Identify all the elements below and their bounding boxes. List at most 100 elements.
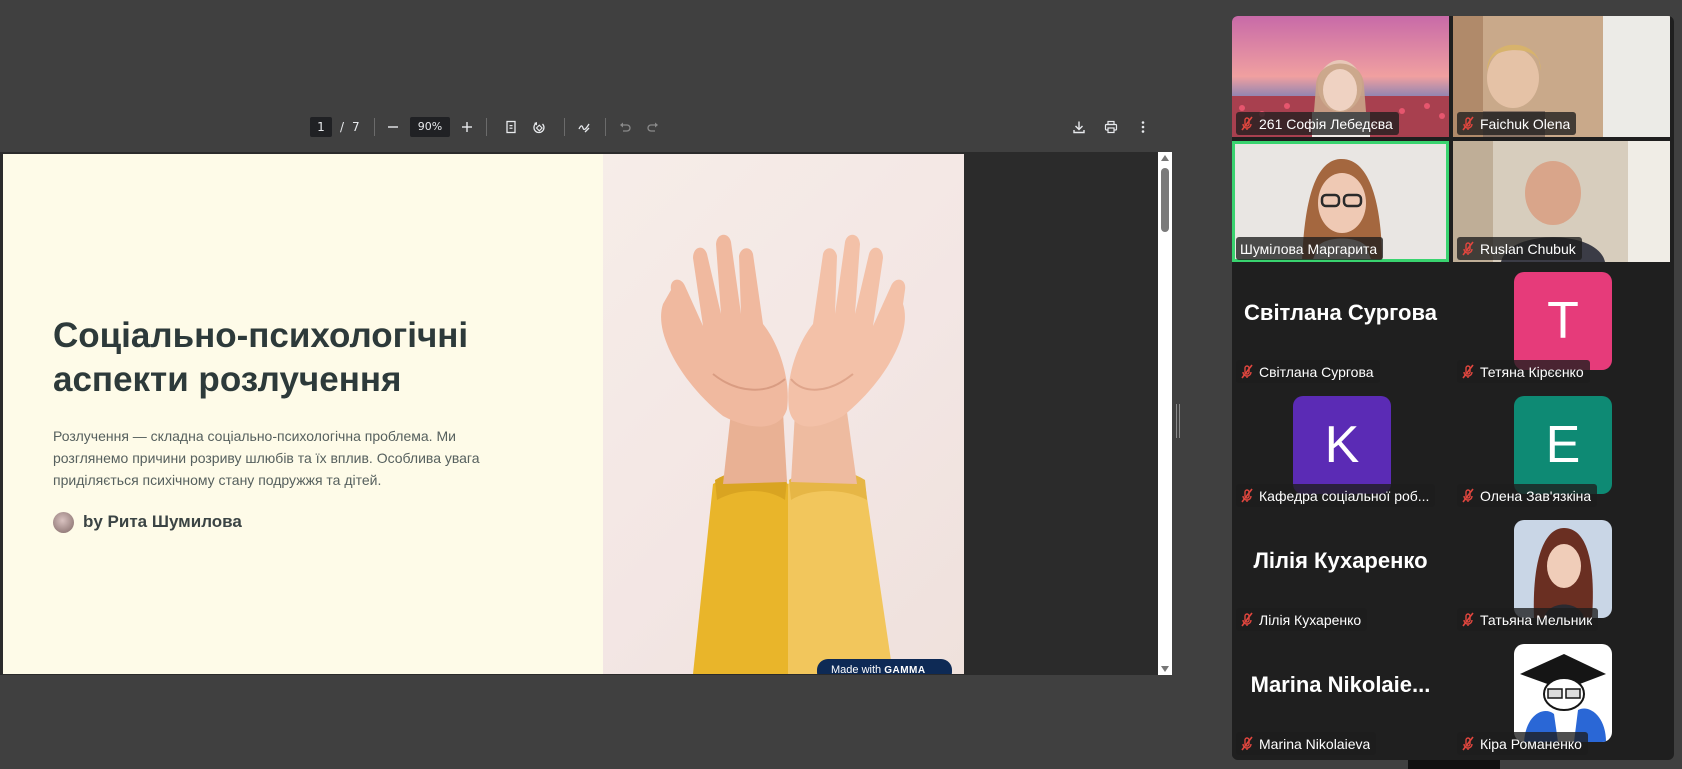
- slide-image: [603, 154, 964, 674]
- scroll-down-icon[interactable]: [1161, 666, 1169, 672]
- page-number-input[interactable]: 1: [310, 117, 332, 137]
- toolbar-divider: [374, 118, 375, 136]
- toolbar-divider: [486, 118, 487, 136]
- participant-name: Лілія Кухаренко: [1259, 611, 1362, 628]
- profile-photo: [1514, 520, 1612, 618]
- slide-title: Соціально-психологічні аспекти розлученн…: [53, 316, 469, 399]
- badge-prefix: Made with: [831, 664, 882, 674]
- slide-page: Соціально-психологічні аспекти розлученн…: [3, 154, 964, 674]
- participant-tile[interactable]: 261 Софія Лебедєва: [1232, 16, 1449, 137]
- participant-name: Ruslan Chubuk: [1480, 240, 1576, 257]
- pdf-viewer[interactable]: Соціально-психологічні аспекти розлученн…: [0, 152, 1172, 675]
- mic-muted-icon: [1462, 116, 1474, 130]
- participant-tile-active-speaker[interactable]: Шумілова Маргарита: [1232, 141, 1449, 262]
- participant-nametag: 261 Софія Лебедєва: [1236, 112, 1399, 135]
- print-button[interactable]: [1100, 116, 1122, 138]
- mic-muted-icon: [1462, 241, 1474, 255]
- download-icon: [1073, 121, 1085, 134]
- annotate-button[interactable]: [573, 116, 595, 138]
- participant-display-name: Лілія Кухаренко: [1253, 548, 1428, 573]
- author-avatar: [53, 511, 74, 533]
- undo-icon: [620, 122, 631, 132]
- participant-tile[interactable]: K Кафедра соціальної роб...: [1232, 388, 1449, 509]
- participant-nametag: Кафедра соціальної роб...: [1236, 484, 1436, 507]
- participant-nametag: Ruslan Chubuk: [1457, 237, 1582, 260]
- mic-muted-icon: [1462, 364, 1474, 378]
- mic-muted-icon: [1462, 736, 1474, 750]
- participant-name: Світлана Сургова: [1259, 363, 1374, 380]
- made-with-gamma-badge[interactable]: Made with GAMMA: [817, 659, 952, 674]
- more-vertical-icon: [1141, 121, 1145, 133]
- pen-icon: [578, 123, 590, 133]
- participant-nametag: Тетяна Кірєєнко: [1457, 360, 1590, 383]
- mic-muted-icon: [1462, 612, 1474, 626]
- print-icon: [1104, 120, 1118, 134]
- plus-icon: [462, 122, 472, 132]
- open-hands-image: [661, 234, 906, 674]
- minus-icon: [388, 126, 398, 128]
- participant-gallery: 261 Софія Лебедєва Faichuk Olena Шумілов: [1232, 16, 1674, 760]
- mic-muted-icon: [1241, 612, 1253, 626]
- participant-display-name: Світлана Сургова: [1244, 300, 1437, 325]
- participant-tile[interactable]: Marina Nikolaie... Marina Nikolaieva: [1232, 636, 1449, 757]
- participant-display-name: Marina Nikolaie...: [1250, 672, 1431, 697]
- scrollbar-thumb[interactable]: [1161, 168, 1169, 232]
- participant-tile[interactable]: Faichuk Olena: [1453, 16, 1670, 137]
- panel-resize-handle[interactable]: [1176, 404, 1182, 438]
- page-separator: /: [340, 120, 345, 134]
- participant-name: Тетяна Кірєєнко: [1480, 363, 1584, 380]
- participant-tile[interactable]: Ruslan Chubuk: [1453, 141, 1670, 262]
- rotate-icon: [533, 122, 545, 134]
- badge-brand: GAMMA: [884, 665, 926, 674]
- participant-nametag: Кіра Романенко: [1457, 732, 1588, 755]
- undo-button[interactable]: [614, 116, 636, 138]
- slide-lead-text: Розлучення — складна соціально-психологі…: [53, 428, 480, 488]
- toolbar-divider: [605, 118, 606, 136]
- vertical-scrollbar[interactable]: [1158, 152, 1172, 675]
- participant-name: Кіра Романенко: [1480, 735, 1582, 752]
- participant-avatar: K: [1293, 396, 1391, 494]
- participant-tile[interactable]: E Олена Зав'язкіна: [1453, 388, 1670, 509]
- gallery-scroll-indicator[interactable]: [1408, 760, 1500, 769]
- participant-avatar: T: [1514, 272, 1612, 370]
- fit-page-icon: [506, 120, 516, 134]
- download-button[interactable]: [1068, 116, 1090, 138]
- zoom-level-input[interactable]: 90%: [410, 117, 450, 137]
- mic-muted-icon: [1462, 488, 1474, 502]
- participant-nametag: Олена Зав'язкіна: [1457, 484, 1598, 507]
- participant-nametag: Світлана Сургова: [1236, 360, 1380, 383]
- rotate-button[interactable]: [528, 116, 550, 138]
- participant-tile[interactable]: Татьяна Мельник: [1453, 512, 1670, 633]
- participant-tile[interactable]: Світлана Сургова Світлана Сургова: [1232, 264, 1449, 385]
- participant-name: Татьяна Мельник: [1480, 611, 1593, 628]
- profile-photo: [1514, 644, 1612, 742]
- toolbar-divider: [564, 118, 565, 136]
- participant-name: 261 Софія Лебедєва: [1259, 115, 1393, 132]
- redo-icon: [647, 122, 658, 132]
- page-nav: 1 / 7: [310, 116, 360, 138]
- participant-tile[interactable]: Лілія Кухаренко Лілія Кухаренко: [1232, 512, 1449, 633]
- participant-name: Faichuk Olena: [1480, 115, 1571, 132]
- redo-button[interactable]: [642, 116, 664, 138]
- participant-tile[interactable]: T Тетяна Кірєєнко: [1453, 264, 1670, 385]
- mic-muted-icon: [1241, 488, 1253, 502]
- zoom-in-button[interactable]: [456, 116, 478, 138]
- fit-page-button[interactable]: [500, 116, 522, 138]
- participant-nametag: Marina Nikolaieva: [1236, 732, 1377, 755]
- mic-muted-icon: [1241, 364, 1253, 378]
- participant-name: Олена Зав'язкіна: [1480, 487, 1592, 504]
- participant-photo: [1514, 520, 1612, 618]
- participant-name: Marina Nikolaieva: [1259, 735, 1371, 752]
- more-options-button[interactable]: [1132, 116, 1154, 138]
- participant-nametag: Татьяна Мельник: [1457, 608, 1599, 631]
- page-total: 7: [352, 120, 360, 134]
- scroll-up-icon[interactable]: [1161, 155, 1169, 161]
- participant-photo: [1514, 644, 1612, 742]
- participant-nametag: Лілія Кухаренко: [1236, 608, 1368, 631]
- pdf-toolbar: 1 / 7 90%: [0, 108, 1172, 146]
- slide-byline: by Рита Шумилова: [53, 511, 242, 533]
- participant-name: Кафедра соціальної роб...: [1259, 487, 1430, 504]
- participant-tile[interactable]: Кіра Романенко: [1453, 636, 1670, 757]
- zoom-out-button[interactable]: [382, 116, 404, 138]
- participant-nametag: Шумілова Маргарита: [1236, 237, 1384, 260]
